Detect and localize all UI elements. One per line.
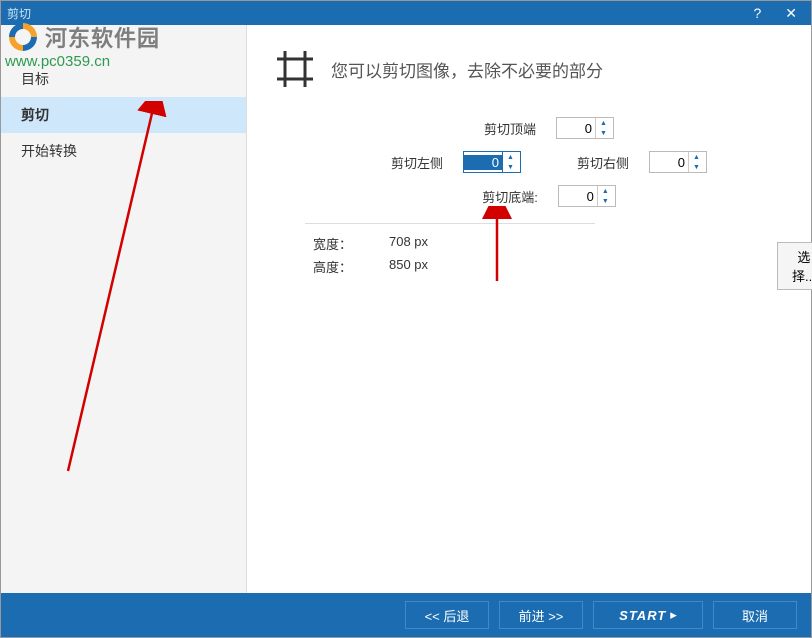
crop-left-label: 剪切左侧 bbox=[391, 153, 443, 172]
up-icon[interactable]: ▲ bbox=[598, 186, 613, 196]
crop-right-label: 剪切右侧 bbox=[577, 153, 629, 172]
crop-icon bbox=[275, 49, 315, 89]
height-value: 850 px bbox=[389, 257, 428, 276]
help-icon[interactable]: ? bbox=[753, 5, 761, 21]
window-title: 剪切 bbox=[7, 5, 753, 22]
crop-left-input[interactable] bbox=[464, 155, 502, 170]
up-icon[interactable]: ▲ bbox=[596, 118, 611, 128]
width-label: 宽度： bbox=[313, 234, 369, 253]
footer: << 后退 前进 >> START ▸ 取消 bbox=[1, 593, 811, 637]
cancel-button[interactable]: 取消 bbox=[713, 601, 797, 629]
sidebar-item-target[interactable]: 目标 bbox=[1, 61, 246, 97]
up-icon[interactable]: ▲ bbox=[689, 152, 704, 162]
back-button[interactable]: << 后退 bbox=[405, 601, 489, 629]
header-text: 您可以剪切图像，去除不必要的部分 bbox=[331, 57, 603, 82]
crop-right-input[interactable] bbox=[650, 155, 688, 170]
select-button[interactable]: 选择... bbox=[777, 242, 812, 290]
crop-bottom-spinner[interactable]: ▲ ▼ bbox=[558, 185, 616, 207]
crop-left-spinner[interactable]: ▲ ▼ bbox=[463, 151, 521, 173]
crop-bottom-input[interactable] bbox=[559, 189, 597, 204]
play-icon: ▸ bbox=[670, 607, 677, 623]
close-icon[interactable]: ✕ bbox=[785, 5, 797, 22]
sidebar-item-crop[interactable]: 剪切 bbox=[1, 97, 246, 133]
down-icon[interactable]: ▼ bbox=[596, 128, 611, 138]
start-button[interactable]: START ▸ bbox=[593, 601, 703, 629]
up-icon[interactable]: ▲ bbox=[503, 152, 518, 162]
crop-top-spinner[interactable]: ▲ ▼ bbox=[556, 117, 614, 139]
titlebar: 剪切 ? ✕ bbox=[1, 1, 811, 25]
down-icon[interactable]: ▼ bbox=[598, 196, 613, 206]
down-icon[interactable]: ▼ bbox=[503, 162, 518, 172]
content: 您可以剪切图像，去除不必要的部分 剪切顶端 ▲ ▼ 剪切左侧 bbox=[247, 25, 811, 593]
forward-button[interactable]: 前进 >> bbox=[499, 601, 583, 629]
crop-bottom-label: 剪切底端: bbox=[482, 187, 538, 206]
crop-top-input[interactable] bbox=[557, 121, 595, 136]
down-icon[interactable]: ▼ bbox=[689, 162, 704, 172]
sidebar: 目标 剪切 开始转换 bbox=[1, 25, 247, 593]
crop-top-label: 剪切顶端 bbox=[484, 119, 536, 138]
width-value: 708 px bbox=[389, 234, 428, 253]
crop-right-spinner[interactable]: ▲ ▼ bbox=[649, 151, 707, 173]
divider bbox=[305, 223, 595, 224]
height-label: 高度： bbox=[313, 257, 369, 276]
sidebar-item-start-convert[interactable]: 开始转换 bbox=[1, 133, 246, 169]
